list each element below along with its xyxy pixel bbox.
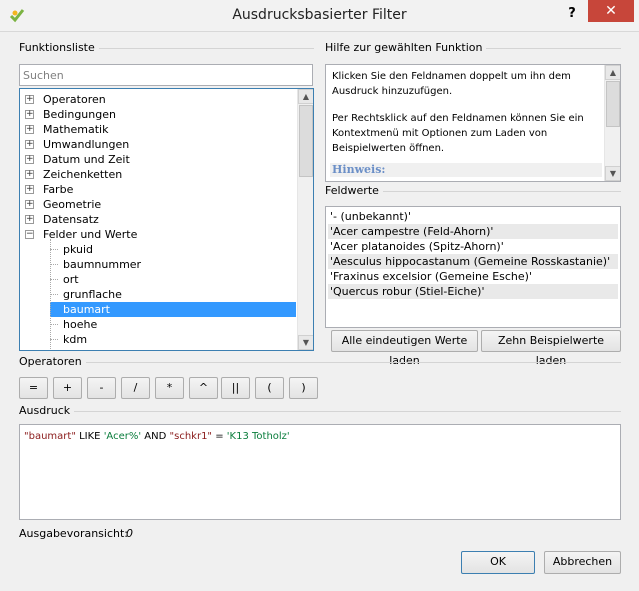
operator-divide-button[interactable]: /: [121, 377, 150, 399]
tree-connector-line: [50, 239, 51, 349]
scroll-thumb[interactable]: [299, 105, 313, 177]
expand-icon[interactable]: +: [25, 125, 34, 134]
operator-multiply-button[interactable]: *: [155, 377, 184, 399]
fieldvalues-header: Feldwerte: [325, 184, 621, 198]
tree-field-label: ort: [63, 273, 79, 286]
tree-field-item[interactable]: grunflache: [20, 287, 296, 302]
preview-label: Ausgabevoransicht:: [19, 527, 129, 540]
tree-group-item[interactable]: + Datum und Zeit: [20, 152, 296, 167]
search-input[interactable]: [19, 64, 313, 86]
expression-string-token: 'Acer%': [103, 431, 142, 442]
scroll-up-arrow-icon[interactable]: ▲: [298, 89, 313, 104]
field-value-item[interactable]: 'Acer platanoides (Spitz-Ahorn)': [328, 239, 618, 254]
tree-field-label: baumart: [63, 303, 110, 316]
expression-operator-token: AND: [141, 431, 170, 442]
tree-group-item[interactable]: + Farbe: [20, 182, 296, 197]
function-tree[interactable]: + Operatoren + Bedingungen + Mathematik + Umwan…: [19, 88, 314, 351]
scroll-down-arrow-icon[interactable]: ▼: [298, 335, 313, 350]
tree-field-item[interactable]: ort: [20, 272, 296, 287]
window-title: Ausdrucksbasierter Filter: [232, 7, 407, 23]
expand-icon[interactable]: +: [25, 110, 34, 119]
help-hint-heading: Hinweis:: [330, 163, 602, 177]
help-text-panel: Klicken Sie den Feldnamen doppelt um ihn…: [325, 64, 621, 182]
expression-editor[interactable]: "baumart" LIKE 'Acer%' AND "schkr1" = 'K…: [19, 424, 621, 520]
tree-field-item[interactable]: hoehe: [20, 317, 296, 332]
close-button[interactable]: ✕: [588, 0, 634, 22]
tree-group-label: Datum und Zeit: [43, 153, 130, 166]
scroll-thumb[interactable]: [606, 81, 620, 127]
title-bar: Ausdrucksbasierter Filter ? ✕: [0, 0, 639, 32]
operator-minus-button[interactable]: -: [87, 377, 116, 399]
expression-header: Ausdruck: [19, 404, 621, 418]
scroll-down-arrow-icon[interactable]: ▼: [605, 166, 620, 181]
field-value-item[interactable]: 'Aesculus hippocastanum (Gemeine Rosskas…: [328, 254, 618, 269]
tree-field-item[interactable]: baumnummer: [20, 257, 296, 272]
help-scrollbar[interactable]: ▲ ▼: [604, 65, 620, 181]
tree-group-item[interactable]: − Felder und Werte: [20, 227, 296, 242]
tree-group-label: Operatoren: [43, 93, 106, 106]
load-ten-values-button[interactable]: Zehn Beispielwerte laden: [481, 330, 621, 367]
tree-field-label: kdm: [63, 333, 88, 346]
tree-group-item[interactable]: + Datensatz: [20, 212, 296, 227]
help-header: Hilfe zur gewählten Funktion: [325, 41, 621, 55]
tree-group-item[interactable]: + Zeichenketten: [20, 167, 296, 182]
collapse-icon[interactable]: −: [25, 230, 34, 239]
scroll-up-arrow-icon[interactable]: ▲: [605, 65, 620, 80]
field-value-item[interactable]: 'Fraxinus excelsior (Gemeine Esche)': [328, 269, 618, 284]
operators-header: Operatoren: [19, 355, 621, 369]
tree-group-item[interactable]: + Bedingungen: [20, 107, 296, 122]
field-values-list[interactable]: '- (unbekannt)' 'Acer campestre (Feld-Aho…: [325, 206, 621, 328]
expand-icon[interactable]: +: [25, 215, 34, 224]
tree-field-item[interactable]: kdm: [20, 332, 296, 347]
tree-group-item[interactable]: + Geometrie: [20, 197, 296, 212]
tree-field-label: hoehe: [63, 318, 98, 331]
expression-field-token: "baumart": [24, 431, 76, 442]
field-value-item[interactable]: '- (unbekannt)': [328, 209, 618, 224]
tree-group-item[interactable]: + Operatoren: [20, 92, 296, 107]
preview-value: 0: [126, 527, 133, 540]
tree-group-label: Bedingungen: [43, 108, 116, 121]
tree-group-label: Geometrie: [43, 198, 102, 211]
expression-string-token: 'K13 Totholz': [226, 431, 290, 442]
tree-scrollbar[interactable]: ▲ ▼: [297, 89, 313, 350]
expression-field-token: "schkr1": [169, 431, 213, 442]
expand-icon[interactable]: +: [25, 170, 34, 179]
tree-group-label: Datensatz: [43, 213, 99, 226]
tree-field-label: grunflache: [63, 288, 122, 301]
tree-field-item[interactable]: baumart: [50, 302, 296, 317]
help-paragraph-1: Klicken Sie den Feldnamen doppelt um ihn…: [332, 71, 571, 97]
field-value-item[interactable]: 'Acer campestre (Feld-Ahorn)': [328, 224, 618, 239]
help-paragraph-2: Per Rechtsklick auf den Feldnamen können…: [332, 113, 584, 154]
operator-close-paren-button[interactable]: ): [289, 377, 318, 399]
tree-group-label: Farbe: [43, 183, 74, 196]
field-value-item[interactable]: 'Quercus robur (Stiel-Eiche)': [328, 284, 618, 299]
expand-icon[interactable]: +: [25, 95, 34, 104]
tree-field-item[interactable]: pkuid: [20, 242, 296, 257]
expand-icon[interactable]: +: [25, 155, 34, 164]
expression-operator-token: =: [212, 431, 227, 442]
expression-operator-token: LIKE: [75, 431, 104, 442]
expression-text: "baumart" LIKE 'Acer%' AND "schkr1" = 'K…: [24, 431, 290, 442]
cancel-button[interactable]: Abbrechen: [544, 551, 621, 574]
operator-equals-button[interactable]: =: [19, 377, 48, 399]
tree-group-label: Umwandlungen: [43, 138, 130, 151]
ok-button[interactable]: OK: [461, 551, 535, 574]
tree-field-label: baumnummer: [63, 258, 142, 271]
operator-plus-button[interactable]: +: [53, 377, 82, 399]
load-all-values-button[interactable]: Alle eindeutigen Werte laden: [331, 330, 478, 367]
tree-group-label: Felder und Werte: [43, 228, 138, 241]
expand-icon[interactable]: +: [25, 140, 34, 149]
operator-power-button[interactable]: ^: [189, 377, 218, 399]
operator-open-paren-button[interactable]: (: [255, 377, 284, 399]
tree-group-label: Zeichenketten: [43, 168, 123, 181]
expand-icon[interactable]: +: [25, 185, 34, 194]
tree-group-item[interactable]: + Umwandlungen: [20, 137, 296, 152]
tree-group-item[interactable]: + Mathematik: [20, 122, 296, 137]
tree-group-label: Mathematik: [43, 123, 109, 136]
funclist-header: Funktionsliste: [19, 41, 314, 55]
operator-concat-button[interactable]: ||: [221, 377, 250, 399]
tree-field-label: pkuid: [63, 243, 94, 256]
expand-icon[interactable]: +: [25, 200, 34, 209]
help-button[interactable]: ?: [560, 4, 584, 24]
